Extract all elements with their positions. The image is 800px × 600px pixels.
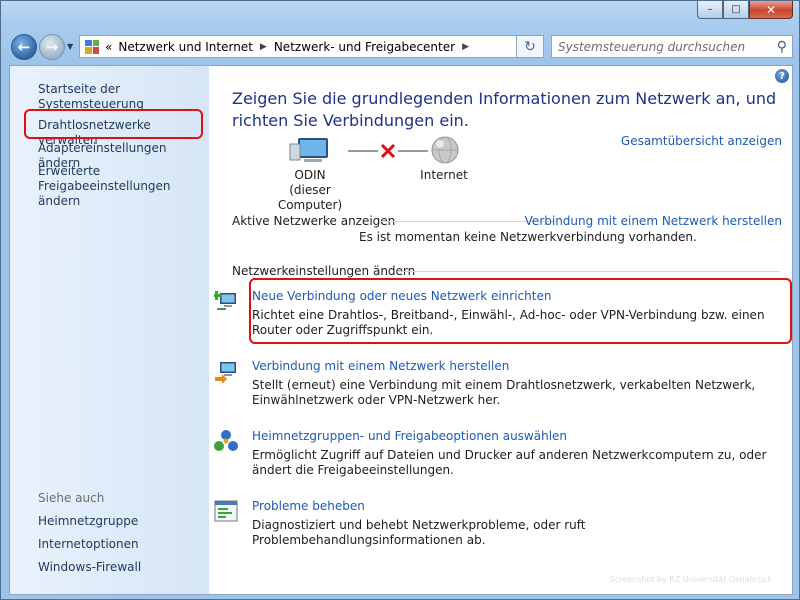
sidebar-item-advanced-sharing[interactable]: Erweiterte Freigabeeinstellungen ändern bbox=[38, 164, 198, 209]
settings-heading: Netzwerkeinstellungen ändern bbox=[232, 264, 416, 278]
close-button[interactable]: ✕ bbox=[749, 1, 793, 19]
task-new-connection: Neue Verbindung oder neues Netzwerk einr… bbox=[214, 289, 782, 338]
task-homegroup: Heimnetzgruppen- und Freigabeoptionen au… bbox=[214, 429, 782, 478]
breadcrumb-overflow[interactable]: « bbox=[105, 40, 112, 54]
sidebar-item-internet-options[interactable]: Internetoptionen bbox=[38, 537, 139, 552]
computer-subtitle: (dieser Computer) bbox=[277, 183, 343, 212]
arrow-right-icon: → bbox=[45, 38, 59, 56]
breadcrumb-network-internet[interactable]: Netzwerk und Internet bbox=[118, 40, 253, 54]
breadcrumb-separator-icon[interactable]: ▶ bbox=[260, 42, 267, 52]
internet-label: Internet bbox=[420, 168, 468, 182]
maximize-button[interactable]: □ bbox=[723, 1, 749, 19]
search-input[interactable] bbox=[558, 39, 763, 54]
page-title: Zeigen Sie die grundlegenden Information… bbox=[232, 89, 777, 130]
recent-pages-chevron-icon[interactable]: ▼ bbox=[67, 42, 73, 51]
refresh-button[interactable]: ↻ bbox=[516, 35, 544, 58]
task-desc-new-connection: Richtet eine Drahtlos-, Breitband-, Einw… bbox=[252, 308, 765, 337]
refresh-icon: ↻ bbox=[524, 38, 536, 55]
active-networks-heading: Aktive Netzwerke anzeigen bbox=[232, 214, 396, 228]
sidebar-item-windows-firewall[interactable]: Windows-Firewall bbox=[38, 560, 141, 575]
globe-icon bbox=[431, 136, 459, 164]
computer-name: ODIN bbox=[294, 168, 326, 182]
minimize-button[interactable]: – bbox=[697, 1, 723, 19]
sidebar-item-homegroup[interactable]: Heimnetzgruppe bbox=[38, 514, 138, 529]
homegroup-icon bbox=[214, 430, 238, 451]
content-area: Startseite der Systemsteuerung Drahtlosn… bbox=[9, 65, 793, 595]
search-box[interactable]: ⚲ bbox=[551, 35, 793, 58]
task-title-connect-network[interactable]: Verbindung mit einem Netzwerk herstellen bbox=[252, 359, 509, 373]
sidebar: Startseite der Systemsteuerung Drahtlosn… bbox=[10, 66, 209, 594]
connect-network-link[interactable]: Verbindung mit einem Netzwerk herstellen bbox=[525, 214, 782, 228]
see-also-label: Siehe auch bbox=[38, 491, 105, 505]
control-panel-icon bbox=[85, 39, 99, 54]
task-title-homegroup[interactable]: Heimnetzgruppen- und Freigabeoptionen au… bbox=[252, 429, 567, 443]
highlight-box bbox=[24, 109, 203, 139]
caption-buttons: – □ ✕ bbox=[697, 1, 793, 19]
new-connection-icon bbox=[214, 291, 236, 310]
task-troubleshoot: Probleme beheben Diagnostiziert und behe… bbox=[214, 499, 782, 548]
connect-network-icon bbox=[215, 362, 236, 383]
breadcrumb-separator-icon[interactable]: ▶ bbox=[462, 42, 469, 52]
troubleshoot-icon bbox=[214, 500, 238, 522]
task-desc-troubleshoot: Diagnostiziert und behebt Netzwerkproble… bbox=[252, 518, 586, 547]
address-bar[interactable]: « Netzwerk und Internet ▶ Netzwerk- und … bbox=[79, 35, 544, 58]
main-panel: ? Zeigen Sie die grundlegenden Informati… bbox=[209, 66, 792, 594]
task-desc-connect-network: Stellt (erneut) eine Verbindung mit eine… bbox=[252, 378, 756, 407]
no-connection-text: Es ist momentan keine Netzwerkverbindung… bbox=[359, 230, 697, 244]
task-title-troubleshoot[interactable]: Probleme beheben bbox=[252, 499, 365, 513]
back-button[interactable]: ← bbox=[11, 34, 37, 60]
search-icon[interactable]: ⚲ bbox=[777, 39, 787, 55]
task-connect-network: Verbindung mit einem Netzwerk herstellen… bbox=[215, 359, 782, 408]
task-desc-homegroup: Ermöglicht Zugriff auf Dateien und Druck… bbox=[252, 448, 767, 477]
sidebar-item-home[interactable]: Startseite der Systemsteuerung bbox=[38, 82, 209, 112]
help-icon[interactable]: ? bbox=[775, 69, 789, 83]
network-map: ODIN (dieser Computer) Internet bbox=[278, 134, 512, 212]
full-map-link[interactable]: Gesamtübersicht anzeigen bbox=[621, 134, 782, 148]
forward-button[interactable]: → bbox=[39, 34, 65, 60]
arrow-left-icon: ← bbox=[17, 38, 31, 56]
watermark: Screenshot by RZ Universität Osnabrück bbox=[609, 575, 772, 584]
section-divider bbox=[397, 271, 780, 272]
breadcrumb-network-center[interactable]: Netzwerk- und Freigabecenter bbox=[274, 40, 455, 54]
window: – □ ✕ ← → ▼ « Netzwerk und Internet ▶ Ne… bbox=[0, 0, 800, 600]
task-title-new-connection[interactable]: Neue Verbindung oder neues Netzwerk einr… bbox=[252, 289, 551, 303]
disconnected-x-icon bbox=[380, 143, 396, 159]
computer-icon bbox=[289, 138, 328, 162]
